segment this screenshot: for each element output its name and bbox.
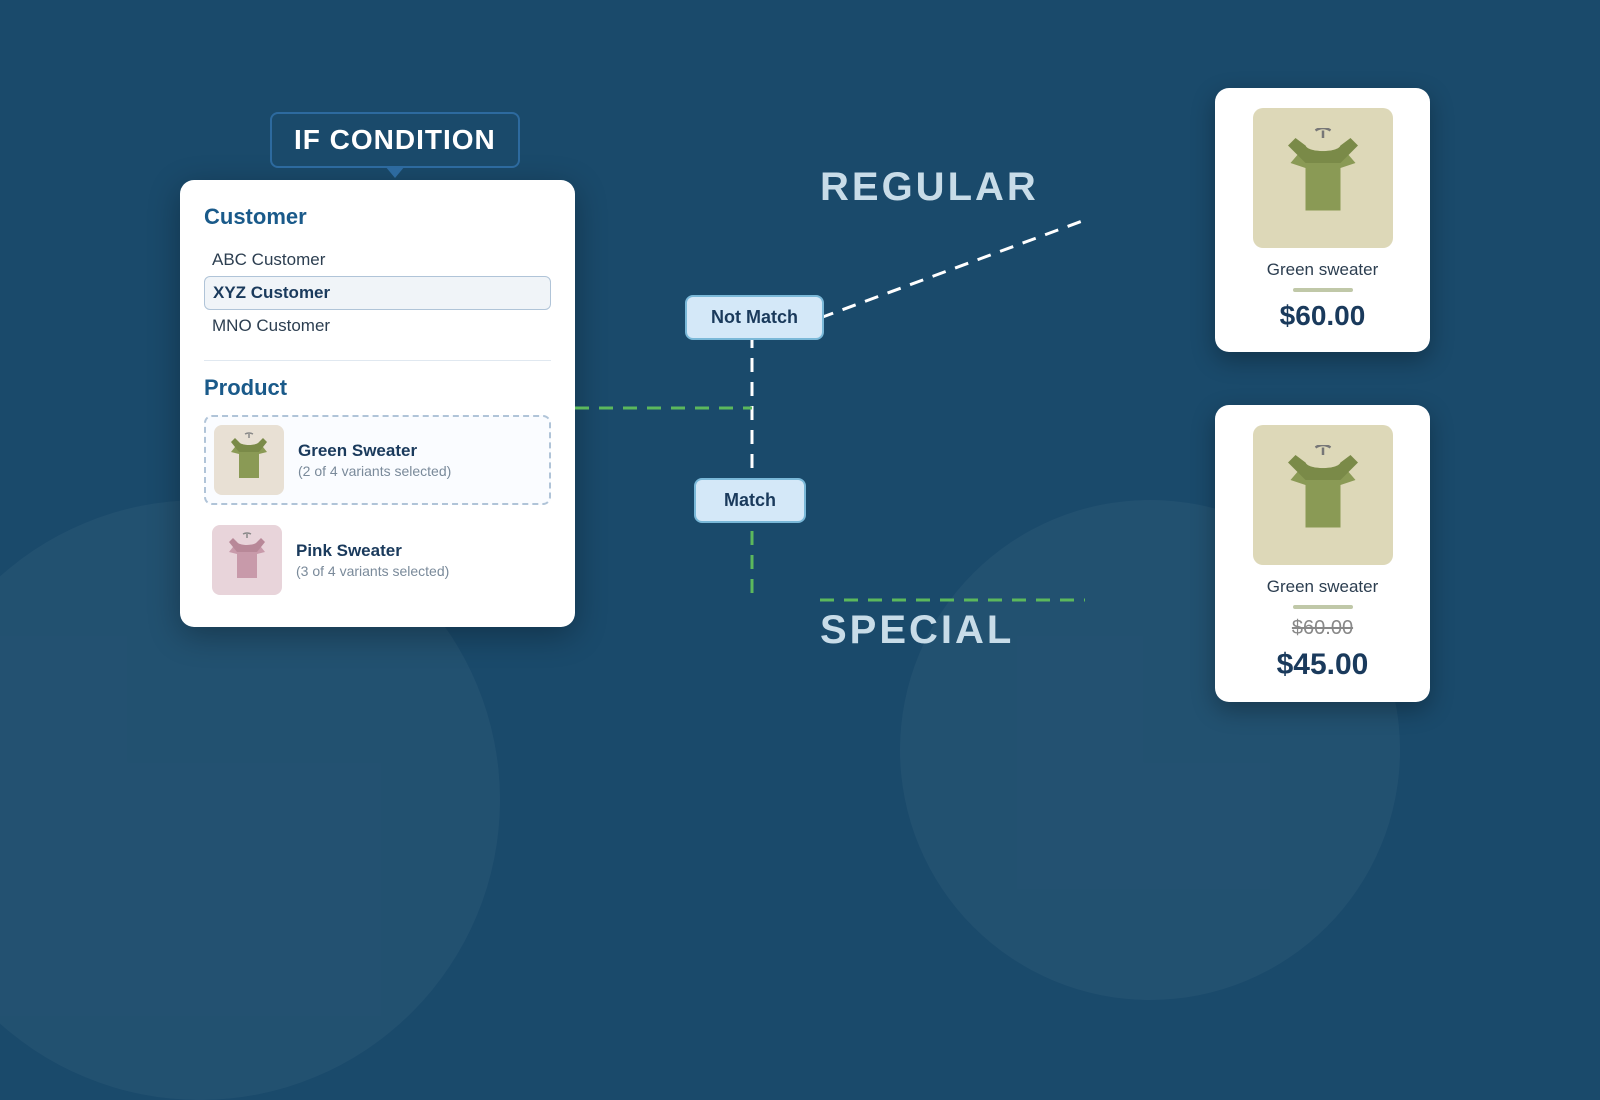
- if-condition-badge: IF CONDITION: [270, 112, 520, 168]
- green-sweater-info: Green Sweater (2 of 4 variants selected): [298, 441, 451, 479]
- regular-label: REGULAR: [820, 165, 1039, 210]
- special-label: SPECIAL: [820, 608, 1014, 653]
- regular-product-card: Green sweater $60.00: [1215, 88, 1430, 352]
- special-card-name: Green sweater: [1267, 577, 1379, 597]
- product-section-title: Product: [204, 375, 551, 401]
- special-card-special-price: $45.00: [1277, 648, 1369, 682]
- pink-sweater-thumb: [212, 525, 282, 595]
- regular-card-name: Green sweater: [1267, 260, 1379, 280]
- customer-section-title: Customer: [204, 204, 551, 230]
- match-button[interactable]: Match: [694, 478, 806, 523]
- special-card-original-price: $60.00: [1292, 617, 1353, 640]
- green-sweater-name: Green Sweater: [298, 441, 451, 461]
- green-sweater-variants: (2 of 4 variants selected): [298, 463, 451, 479]
- product-green-sweater[interactable]: Green Sweater (2 of 4 variants selected): [204, 415, 551, 505]
- main-container: IF CONDITION Customer ABC Customer XYZ C…: [0, 0, 1600, 900]
- regular-card-divider: [1293, 288, 1353, 292]
- not-match-button[interactable]: Not Match: [685, 295, 824, 340]
- pink-sweater-variants: (3 of 4 variants selected): [296, 563, 449, 579]
- pink-sweater-info: Pink Sweater (3 of 4 variants selected): [296, 541, 449, 579]
- special-card-divider: [1293, 605, 1353, 609]
- regular-card-price: $60.00: [1280, 300, 1366, 332]
- special-product-card: Green sweater $60.00 $45.00: [1215, 405, 1430, 702]
- customer-mno[interactable]: MNO Customer: [204, 310, 551, 342]
- special-card-thumb: [1253, 425, 1393, 565]
- customer-xyz-selected[interactable]: XYZ Customer: [204, 276, 551, 310]
- customer-abc[interactable]: ABC Customer: [204, 244, 551, 276]
- condition-card: Customer ABC Customer XYZ Customer MNO C…: [180, 180, 575, 627]
- customer-list: ABC Customer XYZ Customer MNO Customer: [204, 244, 551, 342]
- product-list: Green Sweater (2 of 4 variants selected)…: [204, 415, 551, 603]
- green-sweater-thumb: [214, 425, 284, 495]
- section-divider: [204, 360, 551, 361]
- product-pink-sweater[interactable]: Pink Sweater (3 of 4 variants selected): [204, 517, 551, 603]
- pink-sweater-name: Pink Sweater: [296, 541, 449, 561]
- regular-card-thumb: [1253, 108, 1393, 248]
